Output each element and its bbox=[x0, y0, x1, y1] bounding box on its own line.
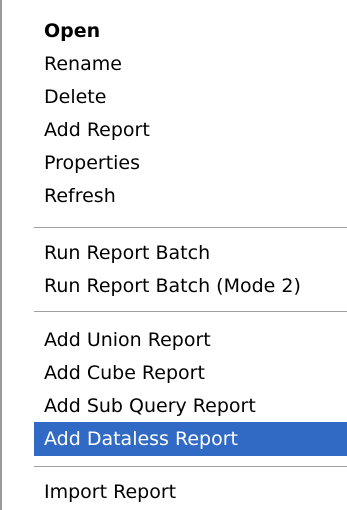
menu-item-add-report[interactable]: Add Report bbox=[34, 113, 347, 147]
menu-left-border bbox=[0, 0, 2, 510]
menu-item-run-report-batch-mode-2[interactable]: Run Report Batch (Mode 2) bbox=[34, 269, 347, 303]
menu-item-refresh[interactable]: Refresh bbox=[34, 179, 347, 213]
menu-item-add-dataless-report[interactable]: Add Dataless Report bbox=[34, 422, 347, 456]
menu-item-open[interactable]: Open bbox=[34, 14, 347, 48]
menu-item-properties[interactable]: Properties bbox=[34, 146, 347, 180]
menu-separator bbox=[34, 227, 347, 229]
menu-item-run-report-batch[interactable]: Run Report Batch bbox=[34, 236, 347, 270]
menu-item-add-cube-report[interactable]: Add Cube Report bbox=[34, 356, 347, 390]
menu-item-add-sub-query-report[interactable]: Add Sub Query Report bbox=[34, 389, 347, 423]
menu-item-delete[interactable]: Delete bbox=[34, 80, 347, 114]
menu-item-add-union-report[interactable]: Add Union Report bbox=[34, 323, 347, 357]
context-menu: Open Rename Delete Add Report Properties… bbox=[0, 0, 347, 510]
menu-separator bbox=[34, 466, 347, 468]
menu-item-import-report[interactable]: Import Report bbox=[34, 475, 347, 509]
menu-separator bbox=[34, 311, 347, 313]
menu-item-rename[interactable]: Rename bbox=[34, 47, 347, 81]
